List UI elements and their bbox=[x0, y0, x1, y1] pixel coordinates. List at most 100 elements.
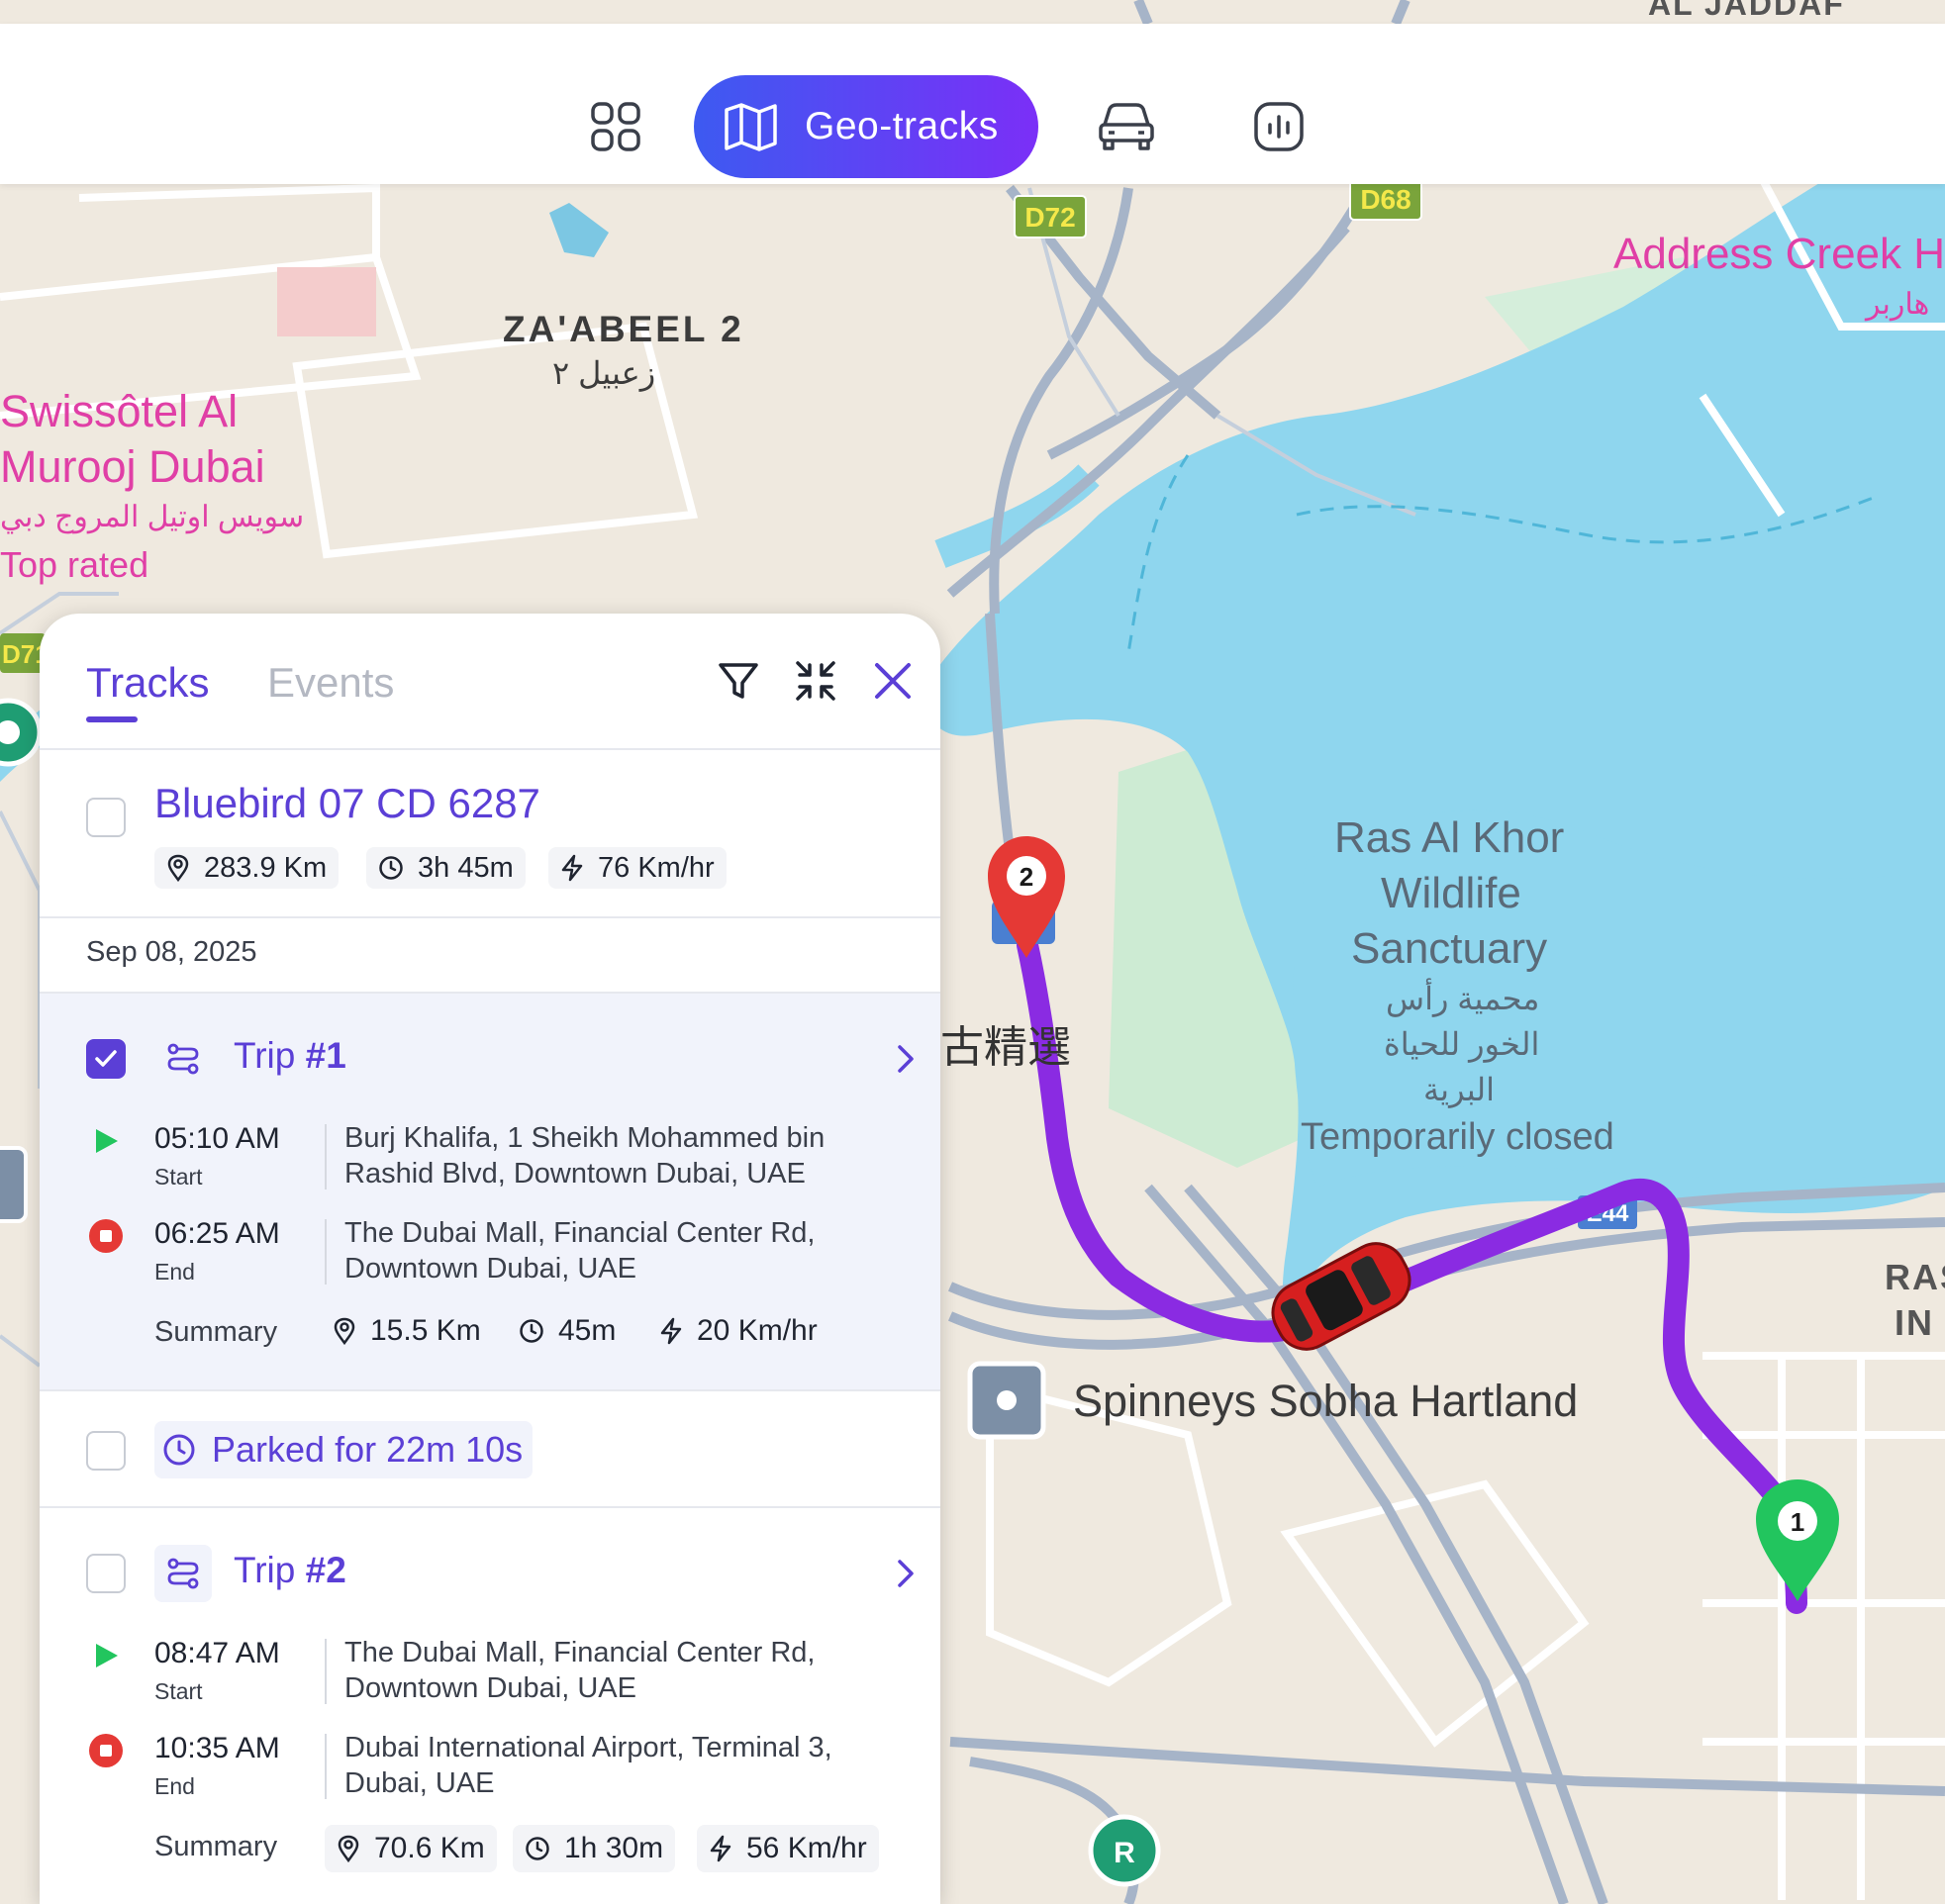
nav-geo-tracks-button[interactable]: Geo-tracks bbox=[694, 75, 1038, 178]
trip-1-summary-label: Summary bbox=[154, 1316, 278, 1348]
trip-2-card[interactable]: Trip #2 08:47 AM Start The Dubai Mall, F… bbox=[40, 1508, 940, 1904]
map-label-zaabeel-ar: زعبيل ٢ bbox=[552, 355, 656, 391]
parking-poi-icon[interactable]: R bbox=[1088, 1814, 1161, 1887]
trip-2-start-label: Start bbox=[154, 1678, 203, 1704]
clock-icon bbox=[163, 1434, 195, 1466]
map-label-ras-1: RAS bbox=[1885, 1257, 1945, 1297]
svg-text:2: 2 bbox=[1020, 862, 1033, 892]
nav-vehicles-button[interactable] bbox=[1075, 75, 1178, 178]
svg-text:D68: D68 bbox=[1360, 184, 1410, 215]
filter-icon[interactable] bbox=[715, 657, 762, 705]
start-play-icon bbox=[96, 1129, 118, 1153]
trip-2-summary-distance: 70.6 Km bbox=[325, 1825, 497, 1872]
left-edge-pin-icon[interactable] bbox=[0, 698, 43, 767]
trip-2-distance-value: 70.6 Km bbox=[374, 1832, 485, 1864]
panel-tabs: Tracks Events bbox=[40, 614, 940, 750]
date-group-header: Sep 08, 2025 bbox=[40, 918, 940, 994]
tab-tracks[interactable]: Tracks bbox=[86, 659, 209, 707]
end-marker-pin[interactable]: 2 bbox=[988, 836, 1065, 958]
road-shield-d72: D72 bbox=[1014, 195, 1087, 238]
vehicle-speed: 76 Km/hr bbox=[598, 851, 715, 884]
collapse-icon[interactable] bbox=[792, 657, 839, 705]
tracks-panel: Tracks Events Bluebird 07 CD 6287 283.9 … bbox=[40, 614, 940, 1904]
trip-2-duration-value: 1h 30m bbox=[564, 1832, 664, 1864]
map-label-hotel-line2: Murooj Dubai bbox=[0, 441, 265, 492]
trip-1-start-time: 05:10 AM bbox=[154, 1122, 280, 1155]
trip-2-summary-speed: 56 Km/hr bbox=[697, 1825, 879, 1872]
map-label-ras-2: IN bbox=[1895, 1302, 1934, 1343]
trip-2-end-divider bbox=[325, 1734, 327, 1799]
trip-2-checkbox[interactable] bbox=[86, 1554, 126, 1593]
trip-1-number: #1 bbox=[305, 1035, 346, 1076]
trip-1-chevron-right-icon[interactable] bbox=[891, 1039, 921, 1079]
trip-1-end-divider bbox=[325, 1219, 327, 1285]
map-label-hotel-note: Top rated bbox=[0, 544, 149, 585]
parked-checkbox[interactable] bbox=[86, 1431, 126, 1471]
vehicle-duration-chip: 3h 45m bbox=[366, 847, 526, 889]
trip-1-speed-value: 20 Km/hr bbox=[697, 1314, 818, 1347]
map-label-sanctuary-ar-3: البرية bbox=[1423, 1072, 1496, 1107]
trip-1-title[interactable]: Trip #1 bbox=[234, 1035, 346, 1077]
tab-events[interactable]: Events bbox=[267, 659, 394, 707]
trip-1-end-address-line2: Downtown Dubai, UAE bbox=[344, 1253, 636, 1285]
map-icon bbox=[725, 103, 777, 151]
trip-2-end-time: 10:35 AM bbox=[154, 1732, 280, 1764]
location-pin-icon bbox=[167, 854, 189, 882]
parked-row[interactable]: Parked for 22m 10s bbox=[40, 1391, 940, 1508]
tab-active-underline bbox=[86, 716, 138, 722]
trip-1-card[interactable]: Trip #1 05:10 AM Start Burj Khalifa, 1 S… bbox=[40, 994, 940, 1391]
trip-1-checkbox[interactable] bbox=[86, 1039, 126, 1079]
trip-2-start-address-line2: Downtown Dubai, UAE bbox=[344, 1672, 636, 1704]
map-label-sanctuary-status: Temporarily closed bbox=[1301, 1116, 1614, 1158]
trip-1-start-address: Burj Khalifa, 1 Sheikh Mohammed bin Rashi… bbox=[344, 1120, 825, 1191]
parked-chip: Parked for 22m 10s bbox=[154, 1421, 534, 1478]
clock-icon bbox=[379, 856, 403, 880]
date-label: Sep 08, 2025 bbox=[86, 936, 257, 968]
trip-1-end-address-line1: The Dubai Mall, Financial Center Rd, bbox=[344, 1217, 816, 1249]
svg-text:D72: D72 bbox=[1024, 202, 1075, 233]
trip-2-end-label: End bbox=[154, 1773, 195, 1799]
map-label-al-jaddaf: AL JADDAF bbox=[1648, 0, 1845, 22]
lightning-icon bbox=[561, 854, 583, 882]
trip-2-end-address: Dubai International Airport, Terminal 3,… bbox=[344, 1730, 832, 1801]
trip-2-chevron-right-icon[interactable] bbox=[891, 1554, 921, 1593]
trip-2-title[interactable]: Trip #2 bbox=[234, 1550, 346, 1591]
trip-1-end-time: 06:25 AM bbox=[154, 1217, 280, 1250]
map-label-address-creek: Address Creek H bbox=[1613, 230, 1945, 278]
trip-2-summary-duration: 1h 30m bbox=[513, 1825, 676, 1872]
bar-chart-icon bbox=[1254, 102, 1304, 151]
trip-1-prefix: Trip bbox=[234, 1035, 306, 1076]
trip-2-summary-label: Summary bbox=[154, 1831, 278, 1862]
top-nav-bar: Geo-tracks bbox=[0, 24, 1945, 184]
left-edge-poi-icon[interactable] bbox=[0, 1146, 28, 1223]
trip-1-route-icon-box bbox=[154, 1030, 212, 1088]
nav-dashboard-button[interactable] bbox=[564, 75, 667, 178]
trip-2-start-address: The Dubai Mall, Financial Center Rd, Down… bbox=[344, 1635, 815, 1706]
nav-reports-button[interactable] bbox=[1227, 75, 1330, 178]
map-label-sanctuary-3: Sanctuary bbox=[1351, 924, 1548, 973]
trip-1-start-divider bbox=[325, 1124, 327, 1190]
road-shield-d68: D68 bbox=[1349, 179, 1422, 221]
store-poi-icon[interactable] bbox=[967, 1361, 1046, 1440]
lightning-icon bbox=[710, 1835, 731, 1862]
svg-text:1: 1 bbox=[1791, 1507, 1804, 1537]
trip-2-start-time: 08:47 AM bbox=[154, 1637, 280, 1669]
route-icon bbox=[167, 1043, 199, 1075]
trip-2-prefix: Trip bbox=[234, 1550, 306, 1590]
vehicle-row[interactable]: Bluebird 07 CD 6287 283.9 Km 3h 45m 76 K… bbox=[40, 750, 940, 918]
trip-1-start-address-line1: Burj Khalifa, 1 Sheikh Mohammed bin bbox=[344, 1122, 826, 1154]
clock-icon bbox=[526, 1837, 549, 1860]
vehicle-distance-chip: 283.9 Km bbox=[154, 847, 340, 889]
map-label-hotel-line1: Swissôtel Al bbox=[0, 386, 239, 436]
map-label-hotel-ar: سويس اوتيل المروج دبي bbox=[0, 501, 305, 533]
vehicle-checkbox[interactable] bbox=[86, 798, 126, 837]
trip-1-distance-value: 15.5 Km bbox=[370, 1314, 481, 1347]
parked-duration: Parked for 22m 10s bbox=[212, 1429, 524, 1470]
trip-1-end-address: The Dubai Mall, Financial Center Rd, Down… bbox=[344, 1215, 815, 1286]
vehicle-name[interactable]: Bluebird 07 CD 6287 bbox=[154, 780, 540, 827]
trip-1-summary-duration: 45m bbox=[519, 1314, 616, 1348]
start-play-icon bbox=[96, 1644, 118, 1667]
checkmark-icon bbox=[95, 1050, 117, 1067]
stop-icon bbox=[89, 1734, 123, 1767]
close-icon[interactable] bbox=[869, 657, 917, 705]
